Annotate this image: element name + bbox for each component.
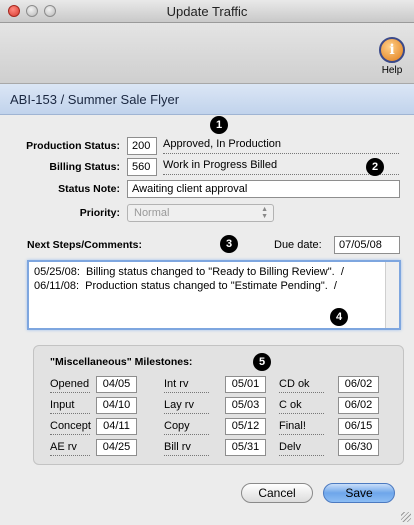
milestone-label: CD ok [279,378,324,393]
toolbar: i Help [0,23,414,84]
milestone-date[interactable]: 04/25 [96,439,137,456]
production-status-code[interactable]: 200 [127,137,157,155]
billing-status-label: Billing Status: [49,161,120,173]
milestone-label: Concept [50,420,91,435]
milestone-date[interactable]: 06/30 [338,439,379,456]
milestone-label: Bill rv [164,441,209,456]
production-status-description: Approved, In Production [163,137,399,154]
milestone-date[interactable]: 05/01 [225,376,266,393]
comments-scrollbar[interactable] [385,262,399,328]
milestone-label: C ok [279,399,324,414]
milestone-date[interactable]: 05/03 [225,397,266,414]
production-status-label: Production Status: [26,140,120,152]
priority-label: Priority: [79,207,120,219]
milestone-label: Final! [279,420,324,435]
record-header: ABI-153 / Summer Sale Flyer [0,84,414,115]
milestone-date[interactable]: 04/10 [96,397,137,414]
priority-select[interactable]: Normal ▲ ▼ [127,204,274,222]
milestone-date[interactable]: 06/02 [338,397,379,414]
milestone-label: Lay rv [164,399,209,414]
milestones-title: "Miscellaneous" Milestones: [50,356,193,368]
next-steps-label: Next Steps/Comments: [27,239,142,251]
milestone-label: Delv [279,441,324,456]
window-title: Update Traffic [166,4,248,19]
milestone-label: AE rv [50,441,90,456]
comment-line: 05/25/08: Billing status changed to "Rea… [34,266,344,278]
info-icon: i [379,37,405,63]
cancel-button[interactable]: Cancel [241,483,313,503]
resize-grip-icon[interactable] [401,512,411,522]
billing-status-description: Work in Progress Billed [163,158,399,175]
milestone-label: Copy [164,420,209,435]
milestone-label: Int rv [164,378,209,393]
save-button[interactable]: Save [323,483,395,503]
milestone-date[interactable]: 05/12 [225,418,266,435]
milestone-date[interactable]: 04/11 [96,418,137,435]
billing-status-code[interactable]: 560 [127,158,157,176]
callout-2: 2 [366,158,384,176]
priority-value: Normal [134,207,170,219]
milestones-panel: "Miscellaneous" Milestones: 5 Opened 04/… [33,345,404,465]
callout-4: 4 [330,308,348,326]
select-arrows-icon: ▲ ▼ [261,206,268,220]
status-note-input[interactable]: Awaiting client approval [127,180,400,198]
help-button[interactable]: i Help [378,37,406,76]
milestone-date[interactable]: 05/31 [225,439,266,456]
callout-5: 5 [253,353,271,371]
title-bar: Update Traffic [0,0,414,23]
update-traffic-window: Update Traffic i Help ABI-153 / Summer S… [0,0,414,525]
callout-1: 1 [210,116,228,134]
due-date-label: Due date: [274,239,322,251]
comment-line: 06/11/08: Production status changed to "… [34,280,337,292]
milestone-label: Input [50,399,90,414]
due-date-input[interactable]: 07/05/08 [334,236,400,254]
milestone-date[interactable]: 06/15 [338,418,379,435]
milestone-label: Opened [50,378,90,393]
callout-3: 3 [220,235,238,253]
record-title: ABI-153 / Summer Sale Flyer [10,92,180,107]
milestone-date[interactable]: 06/02 [338,376,379,393]
help-label: Help [381,65,403,76]
status-note-label: Status Note: [58,183,120,195]
milestone-date[interactable]: 04/05 [96,376,137,393]
